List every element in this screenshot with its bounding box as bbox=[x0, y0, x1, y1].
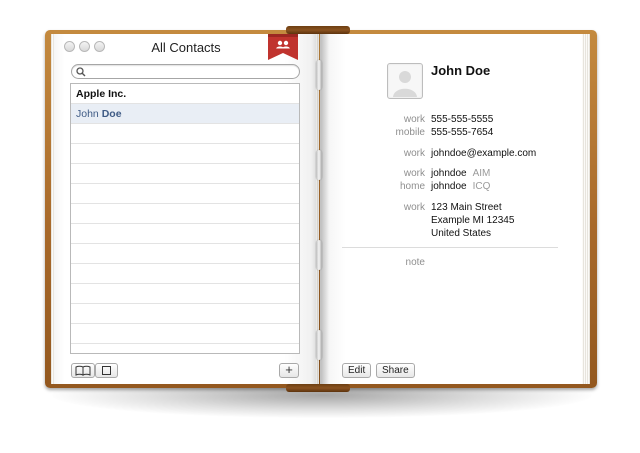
zoom-window-button[interactable] bbox=[94, 41, 105, 52]
im-username: johndoe bbox=[431, 181, 467, 192]
address-line-3[interactable]: United States bbox=[431, 228, 491, 239]
contact-first-name: John bbox=[76, 108, 99, 120]
empty-list-row bbox=[71, 124, 299, 144]
empty-list-row bbox=[71, 244, 299, 264]
im-value-work[interactable]: johndoe AIM bbox=[431, 168, 490, 179]
groups-ribbon-button[interactable] bbox=[268, 34, 298, 60]
empty-list-row bbox=[71, 164, 299, 184]
person-silhouette-icon bbox=[393, 71, 417, 97]
minimize-window-button[interactable] bbox=[79, 41, 90, 52]
empty-list-row bbox=[71, 344, 299, 353]
contact-list: Apple Inc. John Doe bbox=[70, 83, 300, 354]
search-icon bbox=[76, 67, 86, 77]
empty-list-row bbox=[71, 184, 299, 204]
im-username: johndoe bbox=[431, 168, 467, 179]
binder-ring bbox=[316, 150, 322, 180]
groups-icon bbox=[268, 34, 298, 60]
close-window-button[interactable] bbox=[64, 41, 75, 52]
edit-button[interactable]: Edit bbox=[342, 363, 372, 378]
empty-list-row bbox=[71, 224, 299, 244]
address-label: work bbox=[403, 202, 425, 213]
contact-photo[interactable] bbox=[387, 63, 423, 99]
contact-last-name: Doe bbox=[101, 108, 122, 120]
contact-row-apple-inc[interactable]: Apple Inc. bbox=[71, 84, 299, 104]
contact-full-name: John Doe bbox=[431, 63, 491, 78]
binder-ring bbox=[316, 60, 322, 90]
empty-list-row bbox=[71, 324, 299, 344]
view-card-button[interactable] bbox=[95, 363, 118, 378]
im-label-home: home bbox=[399, 181, 425, 192]
contact-row-john-doe[interactable]: John Doe bbox=[71, 104, 299, 124]
search-input[interactable] bbox=[90, 65, 290, 78]
empty-list-row bbox=[71, 264, 299, 284]
empty-list-row bbox=[71, 204, 299, 224]
view-book-button[interactable] bbox=[71, 363, 95, 378]
spine-cap-top bbox=[286, 26, 350, 34]
phone-label-work: work bbox=[403, 114, 425, 125]
binder-ring bbox=[316, 240, 322, 270]
empty-list-row bbox=[71, 304, 299, 324]
phone-value-mobile[interactable]: 555-555-7654 bbox=[431, 127, 493, 138]
email-value[interactable]: johndoe@example.com bbox=[431, 148, 536, 159]
binder-ring bbox=[316, 330, 322, 360]
note-label: note bbox=[405, 257, 425, 268]
address-line-2[interactable]: Example MI 12345 bbox=[431, 215, 514, 226]
open-book-icon bbox=[75, 365, 91, 376]
im-value-home[interactable]: johndoe ICQ bbox=[431, 181, 490, 192]
single-card-icon bbox=[102, 366, 111, 375]
contact-company-name: Apple Inc. bbox=[76, 88, 127, 100]
im-service-icq: ICQ bbox=[472, 181, 491, 192]
window-title: All Contacts bbox=[151, 40, 221, 55]
phone-label-mobile: mobile bbox=[395, 127, 425, 138]
add-contact-button[interactable]: + bbox=[279, 363, 299, 378]
search-field[interactable] bbox=[71, 64, 300, 79]
spine-cap-bottom bbox=[286, 384, 350, 392]
phone-value-work[interactable]: 555-555-5555 bbox=[431, 114, 493, 125]
empty-list-row bbox=[71, 284, 299, 304]
im-service-aim: AIM bbox=[472, 168, 491, 179]
address-line-1[interactable]: 123 Main Street bbox=[431, 202, 502, 213]
im-label-work: work bbox=[403, 168, 425, 179]
email-label: work bbox=[403, 148, 425, 159]
empty-list-row bbox=[71, 144, 299, 164]
card-divider bbox=[342, 247, 558, 248]
share-button[interactable]: Share bbox=[376, 363, 415, 378]
